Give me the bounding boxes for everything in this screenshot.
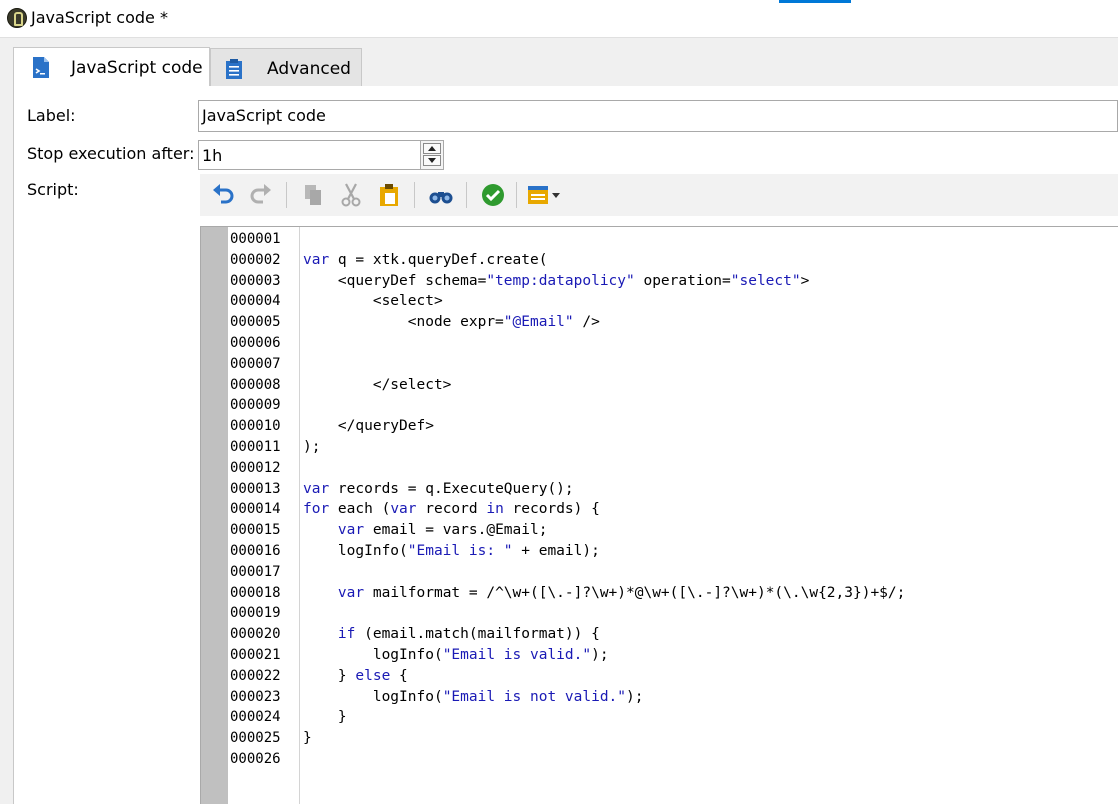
copy-icon[interactable] — [300, 182, 326, 208]
line-number: 000003 — [230, 272, 281, 289]
line-number: 000018 — [230, 584, 281, 601]
code-text: for each (var record in records) { — [303, 501, 600, 518]
line-number: 000015 — [230, 522, 281, 539]
line-number: 000026 — [230, 751, 281, 767]
redo-icon[interactable] — [248, 182, 274, 208]
code-text: </queryDef> — [303, 418, 434, 435]
line-number: 000023 — [230, 688, 281, 705]
app-logo-icon — [7, 8, 27, 28]
cut-icon[interactable] — [338, 182, 364, 208]
line-number: 000013 — [230, 480, 281, 497]
line-number: 000011 — [230, 439, 281, 455]
line-number: 000004 — [230, 293, 281, 310]
script-toolbar — [200, 174, 1118, 216]
line-number: 000025 — [230, 730, 281, 747]
line-number: 000007 — [230, 355, 281, 372]
line-number: 000012 — [230, 459, 281, 476]
line-number: 000020 — [230, 626, 281, 643]
line-number: 000008 — [230, 376, 281, 393]
toolbar-separator — [286, 182, 287, 208]
window-titlebar: JavaScript code * — [0, 0, 1118, 38]
code-text: <select> — [303, 293, 443, 310]
script-file-icon — [33, 57, 49, 78]
spin-up-button[interactable] — [423, 143, 441, 154]
code-text: var q = xtk.queryDef.create( — [303, 251, 548, 268]
code-text: var records = q.ExecuteQuery(); — [303, 480, 574, 497]
code-text: ); — [303, 439, 321, 455]
line-number: 000019 — [230, 605, 281, 622]
tab-advanced[interactable]: Advanced — [210, 48, 362, 86]
stop-execution-input[interactable]: 1h — [198, 140, 422, 170]
toolbar-separator — [516, 182, 517, 208]
accent-line — [779, 0, 851, 3]
code-text: logInfo("Email is: " + email); — [303, 543, 600, 559]
code-text: } — [303, 730, 312, 747]
spin-down-button[interactable] — [423, 155, 441, 166]
tab-javascript-code[interactable]: JavaScript code — [13, 47, 210, 86]
undo-icon[interactable] — [210, 182, 236, 208]
line-number: 000024 — [230, 709, 281, 726]
line-number: 000009 — [230, 397, 281, 414]
code-text: if (email.match(mailformat)) { — [337, 626, 600, 643]
line-number: 000022 — [230, 667, 281, 684]
code-editor[interactable]: 000001 000002 var q = xtk.queryDef.create(… — [200, 226, 1118, 804]
tab-label: Advanced — [267, 59, 351, 79]
script-caption: Script: — [27, 180, 79, 199]
line-number: 000010 — [230, 418, 281, 435]
find-icon[interactable] — [428, 182, 454, 208]
stop-execution-caption: Stop execution after: — [27, 144, 195, 163]
code-text: <queryDef schema="temp:datapolicy" opera… — [303, 272, 810, 289]
line-number: 000002 — [230, 251, 281, 268]
line-number: 000014 — [230, 501, 281, 518]
window-title: JavaScript code * — [31, 8, 168, 27]
tab-label: JavaScript code — [71, 58, 203, 78]
toolbar-separator — [466, 182, 467, 208]
line-number: 000005 — [230, 314, 281, 331]
code-text: logInfo("Email is not valid."); — [303, 688, 644, 705]
line-number: 000001 — [230, 231, 281, 247]
line-number-divider — [299, 227, 300, 804]
code-text: var mailformat = /^\w+([\.-]?\w+)*@\w+([… — [337, 584, 906, 601]
code-text: </select> — [303, 376, 452, 393]
clipboard-list-icon — [226, 59, 242, 79]
label-caption: Label: — [27, 106, 76, 125]
code-text: } — [303, 709, 347, 726]
paste-icon[interactable] — [376, 182, 402, 208]
tab-strip: JavaScript code Advanced — [0, 38, 1118, 86]
validate-icon[interactable] — [480, 182, 506, 208]
line-number: 000017 — [230, 563, 281, 580]
code-text: var email = vars.@Email; — [337, 522, 548, 539]
editor-margin — [201, 227, 228, 804]
line-number: 000006 — [230, 335, 281, 351]
duration-spinner[interactable] — [420, 140, 444, 170]
code-text: } else { — [303, 667, 408, 684]
code-text: <node expr="@Email" /> — [303, 314, 600, 331]
label-input[interactable]: JavaScript code — [198, 100, 1118, 132]
toolbar-separator — [414, 182, 415, 208]
line-number: 000021 — [230, 647, 281, 663]
insert-menu-icon[interactable] — [526, 182, 564, 208]
line-number: 000016 — [230, 543, 281, 559]
code-text: logInfo("Email is valid."); — [303, 647, 609, 663]
